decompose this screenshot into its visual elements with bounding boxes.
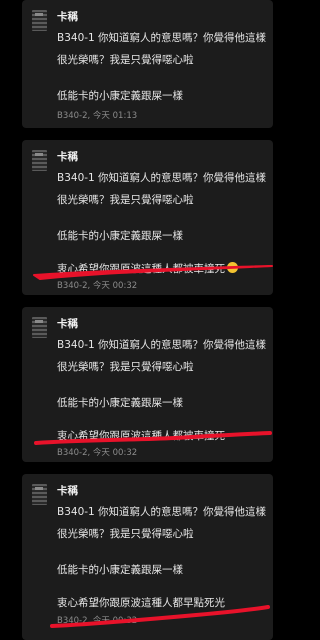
comment-meta: B340-2, 今天 01:13 — [57, 111, 138, 121]
comment-line: 很光榮嗎？我是只覺得噁心啦 — [57, 361, 194, 373]
author-name: 卡稱 — [57, 151, 78, 163]
author-name: 卡稱 — [57, 11, 78, 23]
comment-meta: B340-2, 今天 00:32 — [57, 448, 138, 458]
comment-meta: B340-2, 今天 00:32 — [57, 281, 138, 291]
comment-line: 衷心希望你跟原波這種人都被車撞死 — [57, 430, 225, 442]
comment-line: 衷心希望你跟原波這種人都被車撞死 — [57, 261, 238, 276]
comment-meta: B340-2, 今天 00:32 — [57, 616, 138, 626]
comment-card-1: 卡稱 B340-1 你知道窮人的意思嗎？你覺得他這樣 很光榮嗎？我是只覺得噁心啦… — [22, 0, 273, 128]
comment-line: B340-1 你知道窮人的意思嗎？你覺得他這樣 — [57, 339, 267, 351]
comment-line: B340-1 你知道窮人的意思嗎？你覺得他這樣 — [57, 506, 267, 518]
comment-line-text: 衷心希望你跟原波這種人都被車撞死 — [57, 263, 225, 275]
comment-line: 衷心希望你跟原波這種人都早點死光 — [57, 597, 225, 609]
comment-card-3: 卡稱 B340-1 你知道窮人的意思嗎？你覺得他這樣 很光榮嗎？我是只覺得噁心啦… — [22, 307, 273, 462]
comment-line: 很光榮嗎？我是只覺得噁心啦 — [57, 194, 194, 206]
author-name: 卡稱 — [57, 318, 78, 330]
worried-face-emoji-icon — [227, 262, 238, 273]
avatar — [32, 10, 47, 31]
author-name: 卡稱 — [57, 485, 78, 497]
comment-line: B340-1 你知道窮人的意思嗎？你覺得他這樣 — [57, 172, 267, 184]
comment-line: 低能卡的小康定義跟屎一樣 — [57, 90, 183, 102]
comment-line: 低能卡的小康定義跟屎一樣 — [57, 564, 183, 576]
comment-card-4: 卡稱 B340-1 你知道窮人的意思嗎？你覺得他這樣 很光榮嗎？我是只覺得噁心啦… — [22, 474, 273, 640]
comment-card-2: 卡稱 B340-1 你知道窮人的意思嗎？你覺得他這樣 很光榮嗎？我是只覺得噁心啦… — [22, 140, 273, 295]
comment-line: B340-1 你知道窮人的意思嗎？你覺得他這樣 — [57, 32, 267, 44]
comment-line: 很光榮嗎？我是只覺得噁心啦 — [57, 54, 194, 66]
avatar — [32, 150, 47, 171]
comment-line: 低能卡的小康定義跟屎一樣 — [57, 397, 183, 409]
comment-line: 低能卡的小康定義跟屎一樣 — [57, 230, 183, 242]
avatar — [32, 484, 47, 505]
comment-line: 很光榮嗎？我是只覺得噁心啦 — [57, 528, 194, 540]
avatar — [32, 317, 47, 338]
